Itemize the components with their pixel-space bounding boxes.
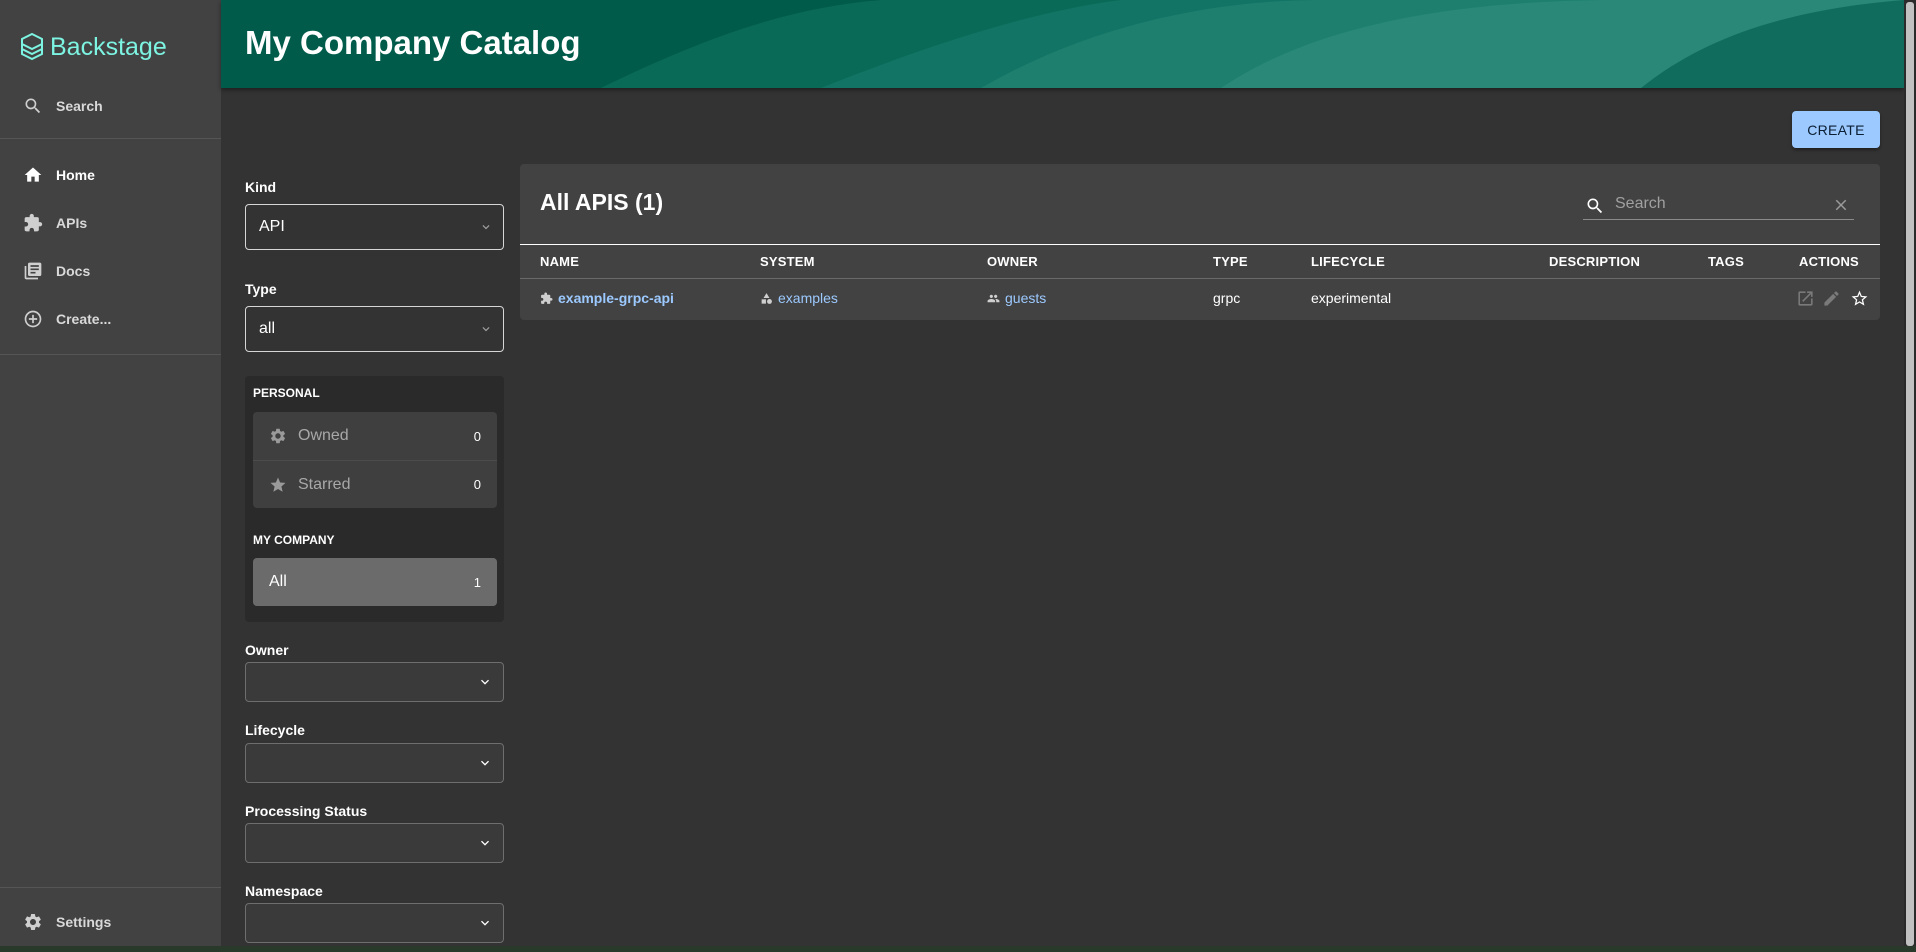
chevron-down-icon [481,679,489,685]
sidebar-item-home[interactable]: Home [0,153,221,197]
all-count: 1 [473,574,481,590]
create-button[interactable]: CREATE [1792,111,1880,148]
star-outline-icon [1851,290,1868,306]
category-icon [761,292,772,304]
processing-status-select[interactable] [245,823,504,863]
backstage-logo-icon [21,32,43,61]
company-group-title: MY COMPANY [253,533,335,547]
user-list-picker: PERSONAL Owned 0 Starred 0 MY COMPANY Al… [245,376,504,622]
sidebar-item-settings[interactable]: Settings [0,900,221,944]
chevron-down-icon [482,225,490,230]
chevron-down-icon [481,920,489,926]
personal-list: Owned 0 Starred 0 [253,412,497,508]
sidebar-item-apis[interactable]: APIs [0,201,221,245]
cell-type: grpc [1213,290,1241,306]
page-title: My Company Catalog [245,24,581,61]
starred-count: 0 [473,477,481,492]
company-list: All 1 [253,558,497,606]
home-icon [24,167,42,182]
puzzle-icon [541,292,553,304]
puzzle-icon [24,213,43,232]
personal-group-title: PERSONAL [253,386,320,400]
star-entity-button[interactable] [1850,289,1869,308]
sidebar-item-create[interactable]: Create... [0,297,221,341]
sidebar-divider [0,354,221,355]
chevron-down-icon [481,760,489,766]
column-header-owner[interactable]: OWNER [987,254,1038,269]
lifecycle-select[interactable] [245,743,504,783]
backstage-logo[interactable]: Backstage [20,32,167,62]
kind-filter-label: Kind [245,179,277,195]
edit-icon [1824,291,1839,306]
column-header-type[interactable]: TYPE [1213,254,1248,269]
column-header-tags[interactable]: TAGS [1708,254,1744,269]
open-in-new-icon [1798,291,1813,306]
search-input[interactable] [1615,192,1815,216]
catalog-table: All APIS (1) NAME SYSTEM OWNER TYPE LIFE… [520,164,1880,320]
owned-label: Owned [298,427,349,444]
starred-filter-item[interactable]: Starred 0 [253,460,497,508]
sidebar-divider [0,887,221,888]
column-header-name[interactable]: NAME [540,254,579,269]
gear-icon [25,914,41,930]
logo-text: Backstage [50,32,167,61]
cell-owner: guests [987,290,1046,306]
all-label: All [269,573,287,590]
namespace-select[interactable] [245,903,504,943]
view-entity-button[interactable] [1796,289,1815,308]
namespace-filter-label: Namespace [245,883,323,899]
clear-search-icon[interactable] [1832,196,1850,214]
sidebar-item-search[interactable]: Search [0,84,221,128]
sidebar-item-label: Create... [56,311,112,327]
sidebar: Backstage Search Home APIs Docs Create..… [0,0,221,952]
starred-label: Starred [298,475,351,493]
owner-filter-label: Owner [245,642,289,658]
kind-select-value: API [259,218,285,235]
sidebar-item-docs[interactable]: Docs [0,249,221,293]
sidebar-item-label: APIs [56,215,88,231]
all-filter-item[interactable]: All 1 [253,558,497,606]
cell-lifecycle: experimental [1311,290,1392,306]
sidebar-item-label: Search [56,98,103,114]
table-row: example-grpc-api examples guests grpc ex… [520,279,1880,318]
cell-system: examples [760,290,838,306]
group-icon [987,294,1000,302]
chevron-down-icon [482,327,490,332]
owner-select[interactable] [245,662,504,702]
sidebar-item-label: Home [56,167,95,183]
scrollbar-thumb[interactable] [1906,2,1914,946]
search-icon [25,98,41,114]
table-title: All APIS (1) [540,189,664,215]
api-name-link[interactable]: example-grpc-api [558,290,674,306]
search-icon [1587,198,1603,214]
column-header-lifecycle[interactable]: LIFECYCLE [1311,254,1385,269]
system-link[interactable]: examples [778,290,838,306]
type-select-value: all [259,320,276,337]
owned-count: 0 [473,428,481,444]
bottom-strip [0,946,1916,952]
table-header: NAME SYSTEM OWNER TYPE LIFECYCLE DESCRIP… [520,244,1880,279]
owned-filter-item[interactable]: Owned 0 [253,412,497,460]
cell-name: example-grpc-api [540,290,674,306]
sidebar-divider [0,138,221,139]
type-filter-label: Type [245,281,277,297]
lifecycle-filter-label: Lifecycle [245,722,305,738]
column-header-description[interactable]: DESCRIPTION [1549,254,1640,269]
type-select[interactable]: all [245,306,504,352]
page-header: My Company Catalog [221,0,1904,88]
sidebar-item-label: Docs [56,263,91,279]
table-search [1583,190,1854,220]
sidebar-item-label: Settings [56,914,112,930]
add-circle-outline-icon [24,310,42,328]
gear-icon [270,428,286,444]
owner-link[interactable]: guests [1005,290,1046,306]
chevron-down-icon [481,840,489,846]
library-books-icon [24,262,42,280]
column-header-actions: ACTIONS [1799,254,1859,269]
star-icon [270,477,286,492]
processing-status-filter-label: Processing Status [245,803,368,819]
edit-entity-button[interactable] [1822,289,1841,308]
column-header-system[interactable]: SYSTEM [760,254,815,269]
kind-select[interactable]: API [245,204,504,250]
